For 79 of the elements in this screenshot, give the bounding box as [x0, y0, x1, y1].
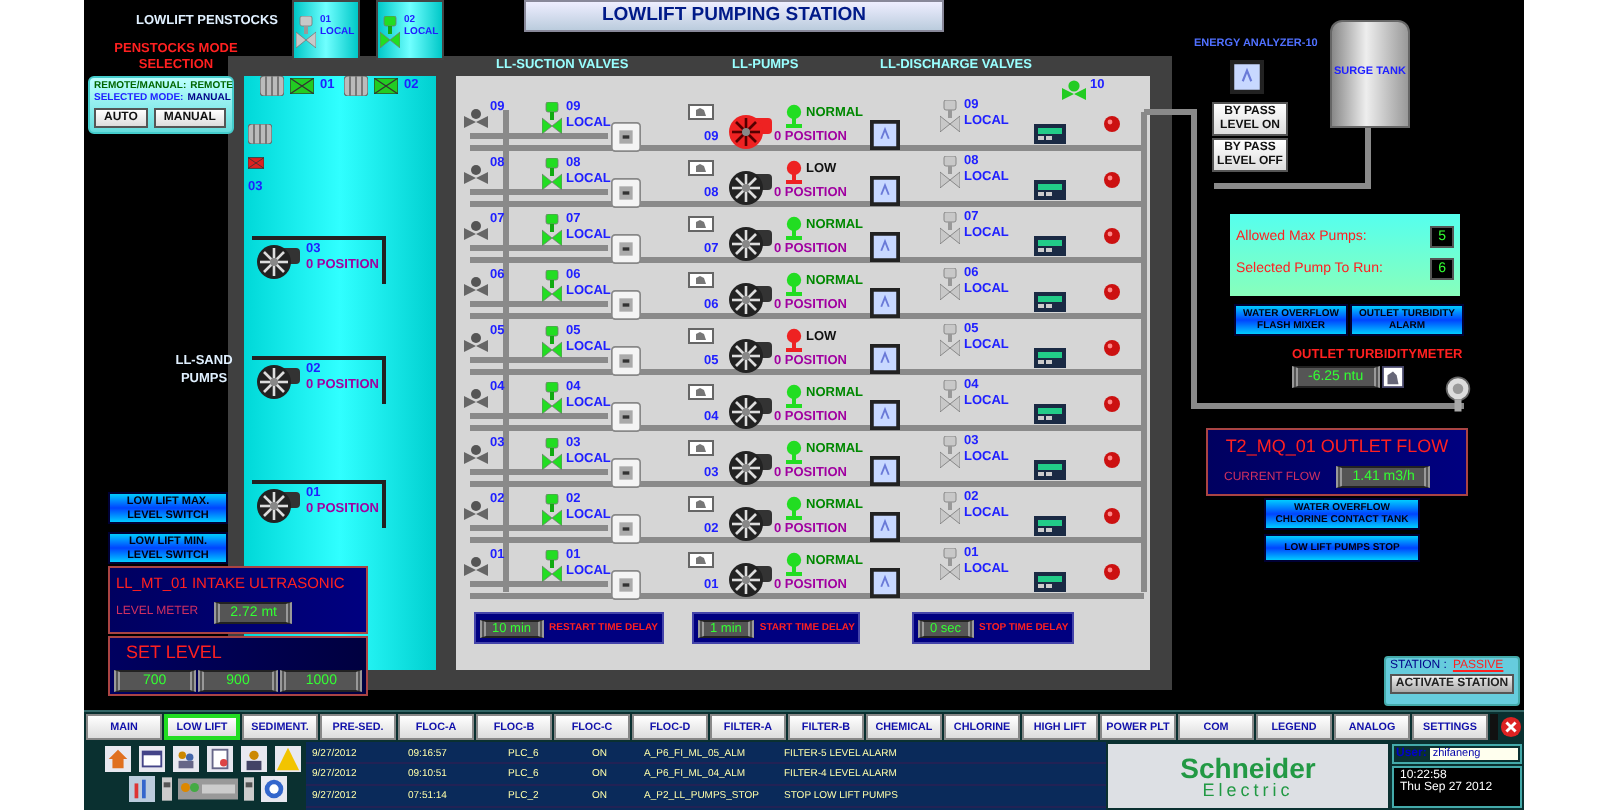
pump-icon[interactable] [728, 114, 772, 150]
pump-icon[interactable] [256, 488, 300, 524]
pump-icon[interactable] [728, 450, 772, 486]
meter-icon [1034, 124, 1066, 144]
gate-icon[interactable] [290, 78, 314, 94]
motor-icon [260, 76, 284, 96]
meter-icon [1034, 348, 1066, 368]
actuator-icon[interactable] [608, 234, 644, 264]
pump-icon[interactable] [728, 282, 772, 318]
pump-icon[interactable] [728, 562, 772, 598]
analyzer-icon[interactable] [1230, 60, 1264, 94]
actuator-icon[interactable] [608, 402, 644, 432]
pump-icon[interactable] [256, 244, 300, 280]
meter-icon [1034, 292, 1066, 312]
gate-icon[interactable] [374, 78, 398, 94]
actuator-icon[interactable] [608, 346, 644, 376]
lamp-icon [1104, 564, 1120, 580]
analyzer-icon[interactable] [870, 344, 900, 374]
analyzer-icon[interactable] [870, 512, 900, 542]
valve-icon [464, 276, 488, 296]
meter-icon [1034, 460, 1066, 480]
valve-icon [464, 108, 488, 128]
lamp-icon [1104, 172, 1120, 188]
lamp-icon [1104, 452, 1120, 468]
close-icon[interactable] [1500, 716, 1522, 738]
logo-text: Schneider [1180, 753, 1316, 781]
pump-icon[interactable] [728, 394, 772, 430]
pump-icon[interactable] [256, 364, 300, 400]
actuator-icon[interactable] [608, 570, 644, 600]
actuator-icon[interactable] [608, 178, 644, 208]
lamp-icon [1104, 396, 1120, 412]
valve-icon [464, 220, 488, 240]
panel-title: SET LEVEL [124, 644, 224, 662]
pump-icon[interactable] [728, 170, 772, 206]
window-icon[interactable] [138, 746, 166, 772]
pump-icon[interactable] [728, 506, 772, 542]
pump-icon[interactable] [728, 338, 772, 374]
document-icon[interactable] [206, 746, 234, 772]
valve-icon [464, 556, 488, 576]
analyzer-icon[interactable] [870, 232, 900, 262]
meter-icon [1034, 180, 1066, 200]
analyzer-icon[interactable] [870, 456, 900, 486]
home-icon[interactable] [104, 746, 132, 772]
warning-icon[interactable] [274, 746, 302, 772]
motor-icon [248, 124, 272, 144]
valve-icon [464, 332, 488, 352]
chart-icon[interactable] [128, 776, 156, 802]
user-icon[interactable] [240, 746, 268, 772]
help-icon[interactable] [260, 776, 288, 802]
meter-icon [1034, 572, 1066, 592]
actuator-icon[interactable] [608, 514, 644, 544]
pump-icon[interactable] [728, 226, 772, 262]
lamp-icon [1104, 116, 1120, 132]
valve-icon [464, 388, 488, 408]
window-title: LOWLIFT PUMPING STATION [524, 0, 944, 32]
analyzer-icon[interactable] [870, 120, 900, 150]
analyzer-icon[interactable] [870, 176, 900, 206]
lamp-icon [1104, 284, 1120, 300]
valve-icon [464, 444, 488, 464]
meter-icon [1034, 516, 1066, 536]
meter-icon [1034, 236, 1066, 256]
valve-icon [464, 500, 488, 520]
actuator-icon[interactable] [608, 122, 644, 152]
analyzer-icon[interactable] [870, 568, 900, 598]
meter-icon [1034, 404, 1066, 424]
panel-title: T2_MQ_01 OUTLET FLOW [1224, 438, 1450, 456]
lamp-icon [1104, 340, 1120, 356]
analyzer-icon[interactable] [870, 288, 900, 318]
logo-text: Electric [1202, 781, 1294, 799]
valve-icon [464, 164, 488, 184]
lamp-icon [1104, 228, 1120, 244]
actuator-icon[interactable] [608, 458, 644, 488]
motor-icon [344, 76, 368, 96]
users-icon[interactable] [172, 746, 200, 772]
analyzer-icon[interactable] [870, 400, 900, 430]
sensor-icon [1444, 376, 1472, 412]
lamp-icon [1104, 508, 1120, 524]
actuator-icon[interactable] [608, 290, 644, 320]
users-icon[interactable] [178, 776, 238, 802]
